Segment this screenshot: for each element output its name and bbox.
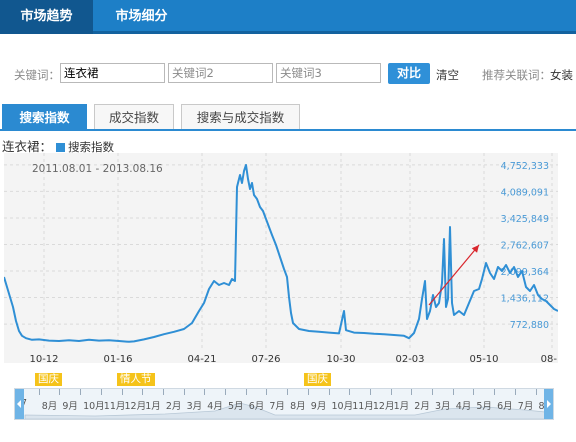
timeline-tick (225, 389, 226, 395)
tab-search-and-transaction-index[interactable]: 搜索与成交指数 (181, 104, 300, 129)
y-tick-label: 2,762,607 (501, 240, 549, 251)
index-tabs: 搜索指数 成交指数 搜索与成交指数 (0, 104, 576, 131)
tab-market-trend[interactable]: 市场趋势 (0, 0, 93, 34)
timeline-tick (162, 389, 164, 395)
legend-swatch (56, 143, 66, 152)
timeline-tick (80, 389, 82, 395)
x-tick-label: 05-10 (469, 354, 498, 363)
timeline-month-label: 2月 (165, 401, 182, 412)
timeline-tick (535, 389, 537, 395)
top-nav: 市场趋势 市场细分 (0, 0, 576, 34)
chevron-left-icon (17, 400, 21, 408)
x-tick-label: 07-26 (251, 354, 280, 363)
keyword-1-input[interactable] (60, 63, 165, 83)
recommend-label: 推荐关联词： (482, 68, 551, 82)
timeline-month-label: 4月 (455, 401, 472, 412)
timeline-month-label: 9月 (62, 401, 78, 412)
legend-keyword: 连衣裙： (2, 139, 53, 154)
timeline-tick (307, 389, 309, 395)
timeline-tick (142, 389, 144, 395)
keyword-bar: 关键词： 对比 清空 推荐关联词： 女装 (0, 62, 576, 88)
timeline-month-label: 12月 (124, 401, 147, 412)
tab-transaction-index[interactable]: 成交指数 (94, 104, 174, 129)
timeline-end-handle[interactable] (544, 389, 553, 419)
timeline-tick (390, 389, 392, 395)
timeline-tick (245, 389, 247, 395)
timeline-tick (183, 389, 185, 395)
x-tick-label: 04-21 (187, 354, 216, 363)
y-tick-label: 4,752,333 (501, 161, 549, 172)
timeline-tick (411, 389, 413, 395)
chart-legend: 连衣裙： 搜索指数 (2, 136, 115, 154)
keyword-label: 关键词： (14, 68, 60, 82)
timeline-month-label: 2月 (414, 401, 430, 412)
timeline-tick (38, 389, 40, 395)
timeline-tick (204, 389, 206, 395)
timeline-tick (349, 389, 351, 395)
timeline-month-label: 8月 (41, 401, 58, 412)
x-tick-label: 10-30 (326, 354, 355, 363)
timeline-month-label: 6月 (497, 401, 513, 412)
timeline-month-label: 3月 (186, 401, 203, 412)
timeline-month-label: 10月 (83, 401, 105, 412)
timeline-tick (328, 389, 330, 395)
timeline-tick (432, 389, 433, 395)
timeline-month-label: 4月 (207, 401, 223, 412)
timeline-month-label: 6月 (248, 401, 265, 412)
timeline-month-label: 7月 (269, 401, 285, 412)
timeline-tick (121, 389, 123, 395)
timeline-tick (452, 389, 454, 395)
date-range-label: 2011.08.01 - 2013.08.16 (32, 163, 163, 175)
timeline-tick (287, 389, 289, 395)
keyword-2-input[interactable] (168, 63, 273, 83)
timeline-month-label: 9月 (310, 401, 327, 412)
y-tick-label: 3,425,849 (501, 214, 549, 225)
timeline-month-label: 11月 (352, 401, 374, 412)
timeline-tick (514, 389, 516, 395)
timeline-month-label: 1月 (393, 401, 410, 412)
timeline-tick (59, 389, 61, 395)
tab-market-segment[interactable]: 市场细分 (93, 0, 190, 34)
legend-series-label: 搜索指数 (68, 140, 115, 154)
timeline-month-label: 10月 (331, 401, 354, 412)
tab-search-index[interactable]: 搜索指数 (2, 104, 87, 131)
x-tick-label: 02-03 (395, 354, 424, 363)
x-tick-label: 10-12 (29, 354, 58, 363)
timeline-tick (266, 389, 268, 395)
timeline-tick (473, 389, 475, 395)
compare-button[interactable]: 对比 (388, 63, 430, 84)
timeline-navigator[interactable]: 7 8月 9月 10月 11月 12月 1月 2月 3月 4月 5月 6月 7月 8月 9月 10月 11月 12… (14, 388, 554, 420)
x-tick-label: 08-1 (541, 354, 558, 363)
timeline-month-label: 1月 (145, 401, 161, 412)
timeline-month-label: 5月 (228, 401, 244, 412)
clear-button[interactable]: 清空 (436, 67, 459, 83)
timeline-month-label: 7月 (517, 401, 534, 412)
holiday-marker-national-day[interactable]: 国庆 (35, 373, 62, 386)
holiday-marker-national-day-2[interactable]: 国庆 (304, 373, 331, 386)
timeline-month-label: 11月 (103, 401, 126, 412)
timeline-month-label: 3月 (435, 401, 451, 412)
keyword-3-input[interactable] (276, 63, 381, 83)
recommend-keyword-link[interactable]: 女装 (550, 67, 573, 83)
holiday-marker-valentines-day[interactable]: 情人节 (117, 373, 155, 386)
timeline-start-handle[interactable] (15, 389, 24, 419)
timeline-month-label: 12月 (372, 401, 395, 412)
timeline-month-label: 5月 (476, 401, 492, 412)
y-tick-label: 4,089,091 (501, 187, 549, 198)
trend-chart: 772,880 1,436,112 2,099,364 2,762,607 3,425,… (4, 153, 558, 363)
timeline-tick (494, 389, 496, 395)
timeline-tick (100, 389, 102, 395)
x-tick-label: 01-16 (103, 354, 132, 363)
chevron-right-icon (547, 400, 551, 408)
y-tick-label: 772,880 (510, 320, 549, 331)
timeline-month-label: 8月 (290, 401, 306, 412)
trend-chart-svg: 772,8801,436,1122,099,3642,762,6073,425,… (4, 153, 558, 363)
timeline-tick (369, 389, 371, 395)
